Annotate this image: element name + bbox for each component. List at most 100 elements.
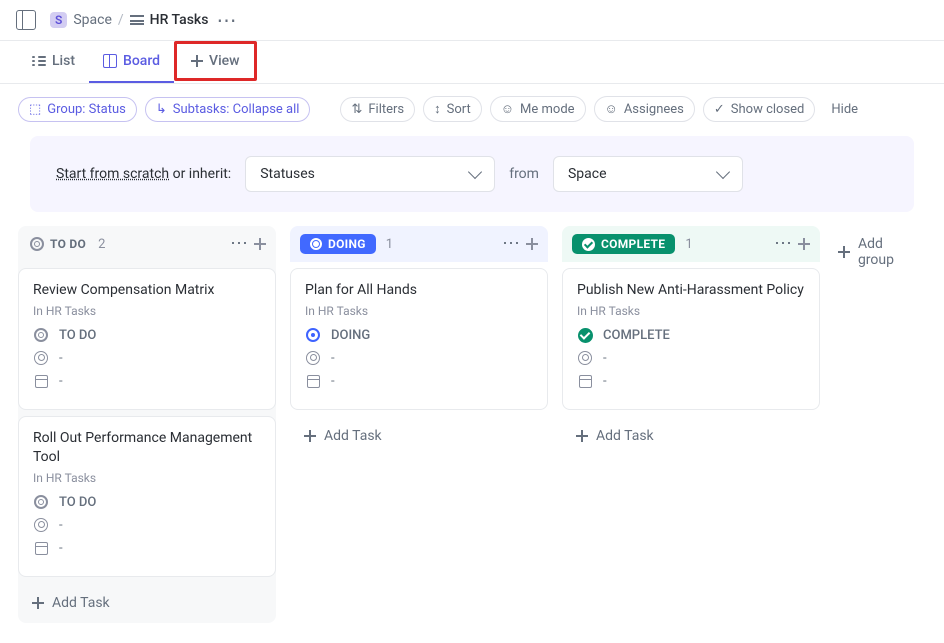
space-select[interactable]: Space	[553, 156, 743, 192]
tab-board-label: Board	[123, 53, 160, 69]
breadcrumb-space[interactable]: Space	[73, 12, 112, 28]
assignees-chip[interactable]: ☺ Assignees	[594, 96, 695, 122]
card-location: In HR Tasks	[33, 471, 261, 485]
card-assignee-row[interactable]: -	[577, 351, 805, 366]
plus-icon	[32, 597, 44, 609]
more-menu-icon[interactable]: ⋯	[216, 10, 234, 30]
filter-bar: ⬚ Group: Status ↳ Subtasks: Collapse all…	[0, 84, 944, 130]
column-add-icon[interactable]	[254, 238, 266, 250]
column-count: 2	[98, 237, 105, 252]
add-task-button[interactable]: Add Task	[562, 416, 820, 456]
start-from-scratch-link[interactable]: Start from scratch	[56, 166, 169, 182]
card-title: Plan for All Hands	[305, 281, 533, 300]
card-assignee-row[interactable]: -	[305, 351, 533, 366]
header-bar: S Space / HR Tasks ⋯	[0, 0, 944, 41]
from-text: from	[509, 166, 539, 182]
breadcrumb-current[interactable]: HR Tasks	[150, 12, 209, 28]
card-status-row[interactable]: DOING	[305, 328, 533, 343]
column-header-todo: TO DO 2 ⋯	[18, 226, 276, 262]
show-closed-label: Show closed	[731, 102, 805, 117]
group-status-chip[interactable]: ⬚ Group: Status	[18, 97, 137, 122]
card-date-row[interactable]: -	[577, 374, 805, 389]
calendar-icon	[35, 542, 48, 555]
card-status-row[interactable]: COMPLETE	[577, 328, 805, 343]
check-circle-icon: ✓	[714, 102, 725, 117]
column-more-icon[interactable]: ⋯	[502, 235, 518, 253]
filters-chip[interactable]: ⇅ Filters	[340, 97, 415, 122]
add-task-button[interactable]: Add Task	[290, 416, 548, 456]
card-assignee-row[interactable]: -	[33, 351, 261, 366]
status-pill-todo[interactable]: TO DO	[28, 234, 88, 254]
card-location: In HR Tasks	[577, 304, 805, 318]
status-pill-complete[interactable]: COMPLETE	[572, 234, 675, 254]
column-add-icon[interactable]	[798, 238, 810, 250]
card-assignee-row[interactable]: -	[33, 518, 261, 533]
list-icon	[130, 15, 144, 25]
status-complete-icon	[582, 238, 595, 251]
me-mode-chip[interactable]: ☺ Me mode	[490, 96, 586, 122]
column-more-icon[interactable]: ⋯	[774, 235, 790, 253]
add-view-button[interactable]: View	[174, 41, 257, 81]
tab-board[interactable]: Board	[89, 41, 174, 83]
status-label: COMPLETE	[601, 237, 665, 251]
task-card[interactable]: Review Compensation Matrix In HR Tasks T…	[18, 268, 276, 410]
card-status-text: COMPLETE	[603, 328, 670, 343]
card-status-text: DOING	[331, 328, 370, 343]
sort-label: Sort	[447, 102, 471, 117]
tab-list[interactable]: List	[18, 41, 89, 83]
column-add-icon[interactable]	[526, 238, 538, 250]
card-location: In HR Tasks	[33, 304, 261, 318]
card-date: -	[59, 374, 63, 389]
breadcrumb-separator: /	[118, 12, 124, 28]
plus-icon	[304, 430, 316, 442]
card-title: Publish New Anti-Harassment Policy	[577, 281, 805, 300]
card-assignee: -	[59, 351, 63, 366]
board-view-icon	[103, 54, 117, 68]
sidebar-toggle-icon[interactable]	[16, 10, 36, 30]
card-title: Review Compensation Matrix	[33, 281, 261, 300]
card-date-row[interactable]: -	[33, 374, 261, 389]
person-icon	[306, 351, 320, 365]
add-group-button[interactable]: Add group	[834, 226, 926, 278]
status-doing-icon	[310, 238, 322, 250]
card-date-row[interactable]: -	[305, 374, 533, 389]
task-card[interactable]: Publish New Anti-Harassment Policy In HR…	[562, 268, 820, 410]
subtasks-label: Subtasks: Collapse all	[173, 102, 300, 117]
sort-chip[interactable]: ↕ Sort	[423, 96, 482, 122]
task-card[interactable]: Roll Out Performance Management Tool In …	[18, 416, 276, 577]
people-icon: ☺	[605, 101, 618, 117]
card-status-text: TO DO	[59, 328, 96, 343]
card-status-text: TO DO	[59, 495, 96, 510]
space-badge[interactable]: S	[50, 12, 67, 28]
subtasks-chip[interactable]: ↳ Subtasks: Collapse all	[145, 97, 311, 122]
column-header-complete: COMPLETE 1 ⋯	[562, 226, 820, 262]
statuses-select[interactable]: Statuses	[245, 156, 495, 192]
column-complete: COMPLETE 1 ⋯ Publish New Anti-Harassment…	[562, 226, 820, 456]
card-status-row[interactable]: TO DO	[33, 328, 261, 343]
group-status-label: Group: Status	[47, 102, 126, 117]
chevron-down-icon	[716, 165, 730, 179]
card-title: Roll Out Performance Management Tool	[33, 429, 261, 467]
filters-label: Filters	[368, 102, 404, 117]
add-task-label: Add Task	[324, 428, 382, 444]
column-count: 1	[386, 237, 393, 252]
status-doing-icon	[306, 328, 320, 342]
add-task-button[interactable]: Add Task	[18, 583, 276, 623]
card-status-row[interactable]: TO DO	[33, 495, 261, 510]
card-date-row[interactable]: -	[33, 541, 261, 556]
statuses-value: Statuses	[260, 166, 315, 182]
person-icon	[34, 518, 48, 532]
layers-icon: ⬚	[29, 102, 41, 117]
task-card[interactable]: Plan for All Hands In HR Tasks DOING - -	[290, 268, 548, 410]
show-closed-chip[interactable]: ✓ Show closed	[703, 97, 816, 122]
column-more-icon[interactable]: ⋯	[230, 235, 246, 253]
card-assignee: -	[59, 518, 63, 533]
add-task-label: Add Task	[52, 595, 110, 611]
calendar-icon	[307, 375, 320, 388]
status-pill-doing[interactable]: DOING	[300, 234, 376, 254]
plus-icon	[838, 246, 850, 258]
space-value: Space	[568, 166, 607, 182]
card-date: -	[331, 374, 335, 389]
add-view-label: View	[209, 53, 240, 69]
hide-link[interactable]: Hide	[831, 102, 858, 117]
